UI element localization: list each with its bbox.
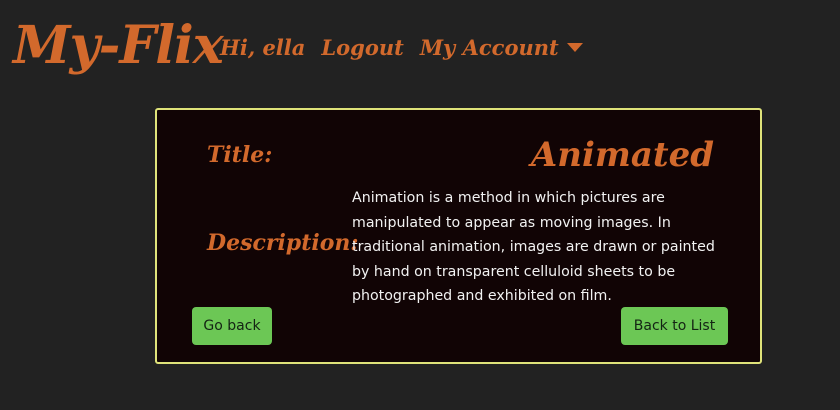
nav-links: Hi, ella Logout My Account: [220, 32, 599, 64]
back-to-list-button[interactable]: Back to List: [621, 307, 728, 345]
logout-link[interactable]: Logout: [321, 32, 403, 64]
genre-card: Title: Animated Description: Animation i…: [155, 108, 762, 364]
user-greeting[interactable]: Hi, ella: [220, 32, 305, 64]
description-label: Description:: [207, 230, 359, 256]
genre-description: Animation is a method in which pictures …: [352, 190, 715, 304]
my-account-dropdown[interactable]: My Account: [420, 32, 583, 64]
genre-title: Animated: [530, 135, 714, 175]
title-label: Title:: [207, 142, 273, 168]
brand-logo[interactable]: My-Flix: [13, 14, 224, 78]
go-back-button[interactable]: Go back: [192, 307, 272, 345]
caret-down-icon: [566, 43, 583, 52]
my-account-label: My Account: [419, 35, 559, 60]
navbar: My-Flix Hi, ella Logout My Account: [0, 0, 840, 90]
